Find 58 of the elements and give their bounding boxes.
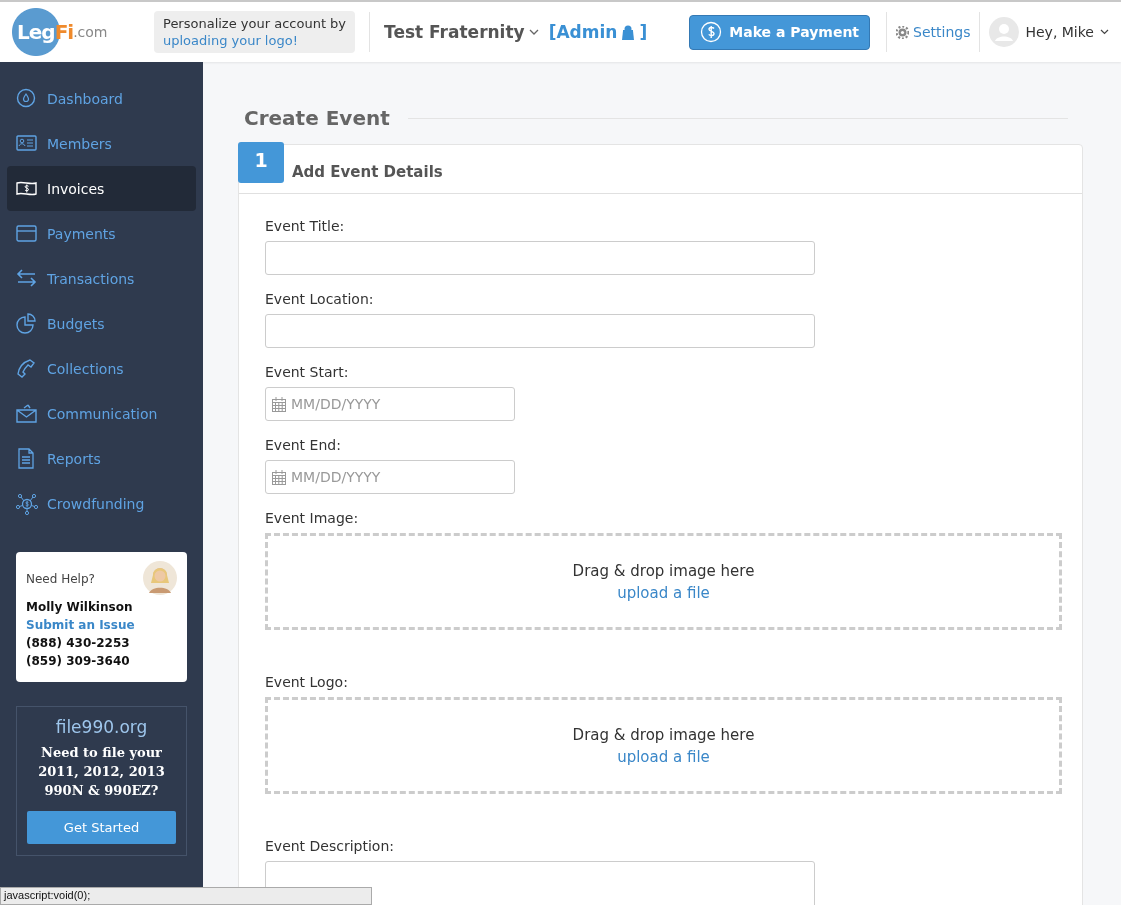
role-bracket: ] bbox=[639, 22, 648, 42]
sidebar-item[interactable]: Crowdfunding bbox=[7, 481, 196, 526]
drop-hint: Drag & drop image here bbox=[572, 724, 755, 746]
field-label: Event End: bbox=[265, 436, 342, 455]
network-icon bbox=[16, 492, 38, 515]
field-label: Event Image: bbox=[265, 509, 360, 528]
promo-site: file990.org bbox=[54, 717, 149, 737]
chevron-icon bbox=[1100, 29, 1109, 35]
page-title: Create Event bbox=[244, 106, 390, 130]
step-badge: 1 bbox=[238, 142, 284, 183]
upload-logo-link[interactable]: uploading your logo! bbox=[163, 33, 298, 48]
input-field[interactable] bbox=[265, 314, 815, 348]
tip-text: Personalize your account by bbox=[163, 16, 347, 31]
submit-issue-link[interactable]: Submit an Issue bbox=[26, 616, 177, 634]
make-payment-button[interactable]: Make a Payment bbox=[689, 14, 871, 50]
settings-icon bbox=[896, 25, 910, 39]
field-label: Event Description: bbox=[265, 837, 395, 856]
help-title: Need Help? bbox=[26, 571, 95, 588]
phone-number: (859) 309-3640 bbox=[26, 653, 131, 670]
sidebar-item[interactable]: Reports bbox=[7, 436, 196, 481]
user-menu[interactable]: Hey, Mike bbox=[989, 17, 1109, 47]
sidebar-item[interactable]: Communication bbox=[7, 391, 196, 436]
role-label: [Admin bbox=[548, 22, 618, 42]
gauge-icon bbox=[16, 87, 38, 110]
greeting: Hey, Mike bbox=[1025, 24, 1094, 40]
drop-zone[interactable]: Drag & drop image here upload a file bbox=[265, 697, 1062, 794]
sidebar-item[interactable]: Transactions bbox=[7, 256, 196, 301]
promo-text: Need to file your 2011, 2012, 2013 990N & 990EZ? bbox=[37, 744, 166, 800]
upload-file-link[interactable]: upload a file bbox=[617, 745, 710, 768]
settings-link[interactable]: Settings bbox=[896, 24, 971, 40]
field-label: Event Title: bbox=[265, 217, 346, 236]
contact-name: Molly Wilkinson bbox=[26, 599, 134, 616]
sidebar-item[interactable]: Budgets bbox=[7, 301, 196, 346]
date-field[interactable]: MM/DD/YYYY bbox=[265, 387, 515, 421]
date-field[interactable]: MM/DD/YYYY bbox=[265, 460, 515, 494]
sidebar-item[interactable]: Payments bbox=[7, 211, 196, 256]
dollar-icon bbox=[700, 21, 723, 43]
upload-file-link[interactable]: upload a file bbox=[617, 581, 710, 604]
input-field[interactable] bbox=[265, 241, 815, 275]
card-icon bbox=[16, 222, 38, 245]
sidebar-item[interactable]: Members bbox=[7, 121, 196, 166]
phone-number: (888) 430-2253 bbox=[26, 635, 131, 652]
calendar-icon bbox=[272, 397, 286, 412]
chevron-icon bbox=[528, 29, 539, 35]
sidebar-item[interactable]: Collections bbox=[7, 346, 196, 391]
pie-chart-icon bbox=[16, 312, 38, 335]
get-started-button[interactable]: Get Started bbox=[27, 811, 176, 844]
calendar-icon bbox=[272, 470, 286, 485]
sidebar-item[interactable]: Dashboard bbox=[7, 76, 196, 121]
envelope-icon bbox=[16, 402, 38, 425]
sidebar-item[interactable]: Invoices bbox=[7, 166, 196, 211]
step-title: Add Event Details bbox=[292, 162, 443, 181]
field-label: Event Logo: bbox=[265, 673, 349, 692]
drop-hint: Drag & drop image here bbox=[572, 560, 755, 582]
field-label: Event Start: bbox=[265, 363, 350, 382]
drop-zone[interactable]: Drag & drop image here upload a file bbox=[265, 533, 1062, 630]
field-label: Event Location: bbox=[265, 290, 375, 309]
status-bar: javascript:void(0); bbox=[0, 887, 372, 905]
